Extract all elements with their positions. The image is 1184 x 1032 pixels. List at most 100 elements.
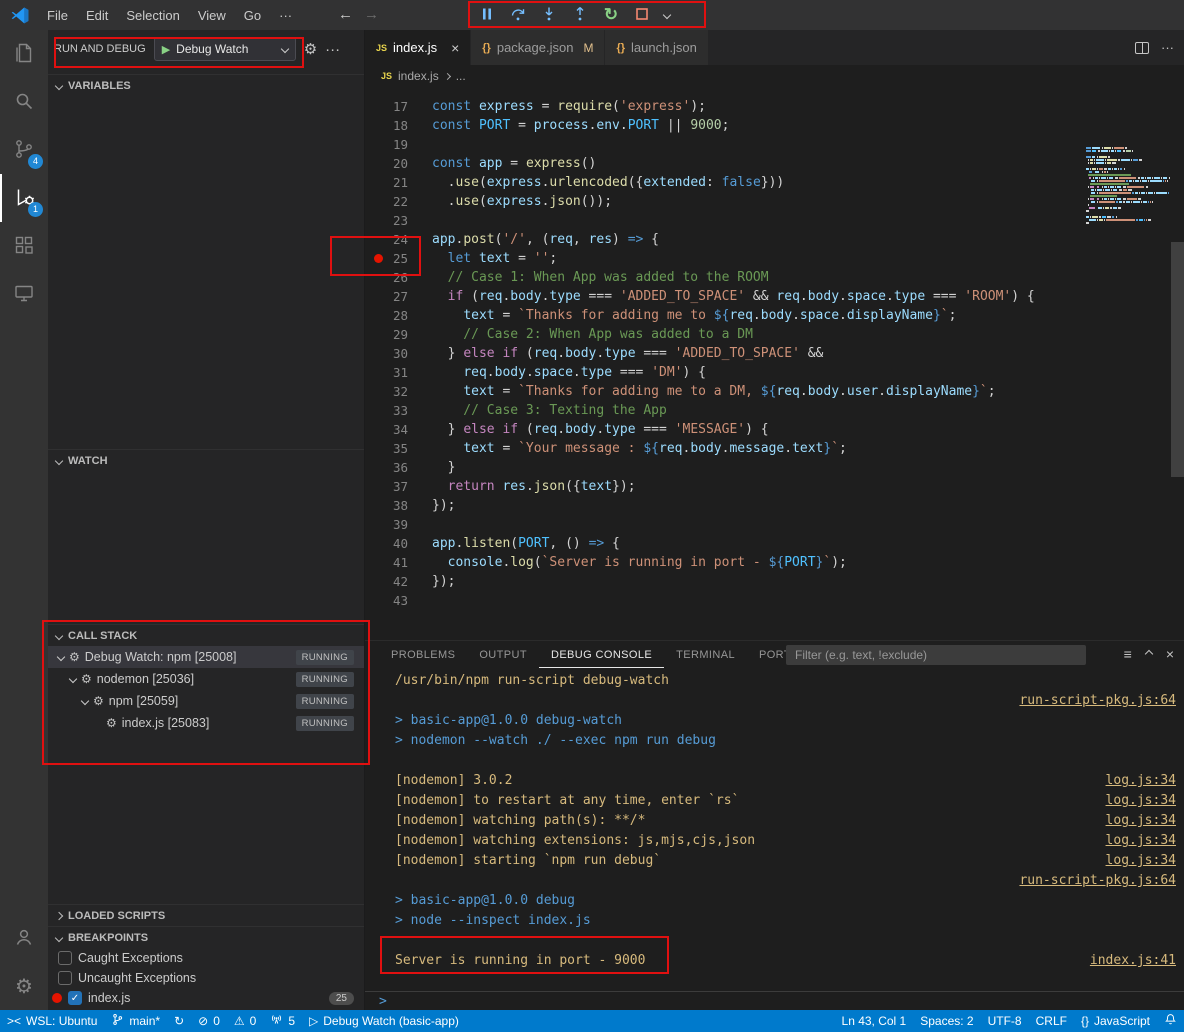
split-editor-icon[interactable] — [1135, 42, 1149, 54]
callstack-item[interactable]: ⚙npm [25059]RUNNING — [48, 690, 364, 712]
status-git-branch[interactable]: main* — [104, 1010, 167, 1032]
debug-config-dropdown[interactable]: ▶ Debug Watch — [154, 37, 296, 61]
close-panel-icon[interactable]: × — [1166, 646, 1174, 662]
breakpoint-item[interactable]: Uncaught Exceptions — [48, 968, 364, 988]
breakpoint-icon[interactable] — [374, 254, 383, 263]
vscode-logo-icon — [10, 5, 30, 25]
filter-lines-icon[interactable]: ≡ — [1124, 646, 1132, 662]
status-bar-right: Ln 43, Col 1Spaces: 2UTF-8CRLF{}JavaScri… — [835, 1010, 1184, 1032]
minimap[interactable] — [1085, 147, 1170, 228]
code-line-29: // Case 2: When App was added to a DM — [432, 325, 1072, 344]
section-breakpoints[interactable]: BREAKPOINTS — [48, 926, 364, 948]
breakpoint-label: Uncaught Exceptions — [78, 971, 196, 985]
source-link[interactable]: log.js:34 — [1106, 831, 1176, 851]
panel-tab-output[interactable]: OUTPUT — [467, 642, 539, 668]
checkbox[interactable]: ✓ — [68, 991, 82, 1005]
sidebar-more-actions-icon[interactable]: ··· — [325, 42, 340, 57]
menu-more[interactable]: ··· — [270, 8, 301, 23]
callstack-item[interactable]: ⚙Debug Watch: npm [25008]RUNNING — [48, 646, 364, 668]
status-remote-indicator[interactable]: ><WSL: Ubuntu — [0, 1010, 104, 1032]
debug-settings-gear-icon[interactable]: ⚙ — [304, 42, 317, 57]
menu-selection[interactable]: Selection — [117, 8, 188, 23]
menu-edit[interactable]: Edit — [77, 8, 117, 23]
tab-launch.json[interactable]: {}launch.json — [605, 30, 708, 65]
sync-icon: ↻ — [174, 1015, 184, 1027]
stop-dropdown-icon[interactable] — [663, 11, 671, 19]
status-indentation[interactable]: Spaces: 2 — [913, 1010, 980, 1032]
section-watch[interactable]: WATCH — [48, 449, 364, 471]
source-link[interactable]: log.js:34 — [1106, 851, 1176, 871]
maximize-panel-icon[interactable] — [1145, 650, 1153, 658]
console-filter-input[interactable] — [786, 645, 1086, 665]
call-stack-list: ⚙Debug Watch: npm [25008]RUNNING ⚙ nodemon… — [48, 646, 364, 734]
menu-go[interactable]: Go — [235, 8, 270, 23]
activity-accounts[interactable] — [0, 914, 48, 962]
breakpoint-item[interactable]: Caught Exceptions — [48, 948, 364, 968]
status-cursor-position[interactable]: Ln 43, Col 1 — [835, 1010, 914, 1032]
debug-restart-button[interactable]: ↻ — [602, 6, 620, 24]
source-link[interactable]: run-script-pkg.js:64 — [1019, 871, 1176, 891]
debug-step-out-button[interactable] — [571, 6, 589, 24]
panel-tab-terminal[interactable]: TERMINAL — [664, 642, 747, 668]
debug-step-over-button[interactable] — [509, 6, 527, 24]
editor-gutter[interactable]: 1718192021222324252627282930313233343536… — [365, 97, 432, 610]
callstack-item[interactable]: ⚙index.js [25083]RUNNING — [48, 712, 364, 734]
checkbox[interactable] — [58, 951, 72, 965]
section-call-stack[interactable]: CALL STACK — [48, 624, 364, 646]
breakpoint-item[interactable]: ✓index.js25 — [48, 988, 364, 1008]
section-variables[interactable]: VARIABLES — [48, 74, 364, 96]
tab-index.js[interactable]: JSindex.js× — [365, 30, 471, 65]
callstack-label: nodemon [25036] — [97, 672, 194, 686]
editor-scrollbar[interactable] — [1171, 242, 1184, 477]
activity-search[interactable] — [0, 78, 48, 126]
status-notifications[interactable] — [1157, 1010, 1184, 1032]
code-line-41: console.log(`Server is running in port -… — [432, 553, 1072, 572]
activity-source-control[interactable]: 4 — [0, 126, 48, 174]
source-link[interactable]: log.js:34 — [1106, 771, 1176, 791]
line-number: 36 — [365, 458, 432, 477]
breadcrumb-more[interactable]: ... — [456, 69, 466, 83]
status-eol[interactable]: CRLF — [1029, 1010, 1074, 1032]
tab-package.json[interactable]: {}package.jsonM — [471, 30, 605, 65]
status-errors[interactable]: ⊘0 — [191, 1010, 227, 1032]
status-encoding[interactable]: UTF-8 — [981, 1010, 1029, 1032]
panel-tab-debug-console[interactable]: DEBUG CONSOLE — [539, 642, 664, 668]
menu-view[interactable]: View — [189, 8, 235, 23]
section-loaded-scripts[interactable]: LOADED SCRIPTS — [48, 904, 364, 926]
editor-more-actions-icon[interactable]: ··· — [1161, 40, 1174, 55]
status-debug-session[interactable]: ▷Debug Watch (basic-app) — [302, 1010, 466, 1032]
callstack-item[interactable]: ⚙ nodemon [25036] RUNNING — [48, 668, 364, 690]
start-debug-icon[interactable]: ▶ — [162, 43, 170, 56]
source-link[interactable]: run-script-pkg.js:64 — [1019, 691, 1176, 711]
panel-tab-problems[interactable]: PROBLEMS — [379, 642, 467, 668]
navigate-forward-icon[interactable]: → — [364, 0, 379, 30]
status-sync-changes[interactable]: ↻ — [167, 1010, 191, 1032]
status-forwarded-ports[interactable]: 5 — [263, 1010, 302, 1032]
editor-group: JSindex.js×{}package.jsonM{}launch.json … — [365, 30, 1184, 640]
activity-extensions[interactable] — [0, 222, 48, 270]
source-link[interactable]: log.js:34 — [1106, 811, 1176, 831]
debug-step-into-button[interactable] — [540, 6, 558, 24]
menu-file[interactable]: File — [38, 8, 77, 23]
activity-settings[interactable]: ⚙ — [0, 962, 48, 1010]
breadcrumb-file[interactable]: index.js — [398, 69, 439, 83]
source-link[interactable]: index.js:41 — [1090, 951, 1176, 971]
debug-stop-button[interactable] — [633, 6, 651, 24]
json-file-icon: {} — [482, 42, 491, 54]
status-language-mode[interactable]: {}JavaScript — [1074, 1010, 1157, 1032]
checkbox[interactable] — [58, 971, 72, 985]
debug-pause-button[interactable] — [478, 6, 496, 24]
js-file-icon: JS — [376, 43, 387, 53]
activity-explorer[interactable] — [0, 30, 48, 78]
activity-run-and-debug[interactable]: 1 — [0, 174, 48, 222]
status-warnings[interactable]: ⚠0 — [227, 1010, 263, 1032]
navigate-back-icon[interactable]: ← — [338, 0, 353, 30]
source-link[interactable]: log.js:34 — [1106, 791, 1176, 811]
activity-remote-explorer[interactable] — [0, 270, 48, 318]
code-editor[interactable]: 1718192021222324252627282930313233343536… — [365, 87, 1184, 640]
status-badge: RUNNING — [296, 672, 354, 687]
breadcrumb[interactable]: JS index.js ... — [365, 65, 1184, 87]
close-tab-icon[interactable]: × — [451, 40, 459, 56]
gear-icon: ⚙ — [81, 672, 92, 686]
debug-console-input[interactable]: > — [365, 991, 1184, 1011]
